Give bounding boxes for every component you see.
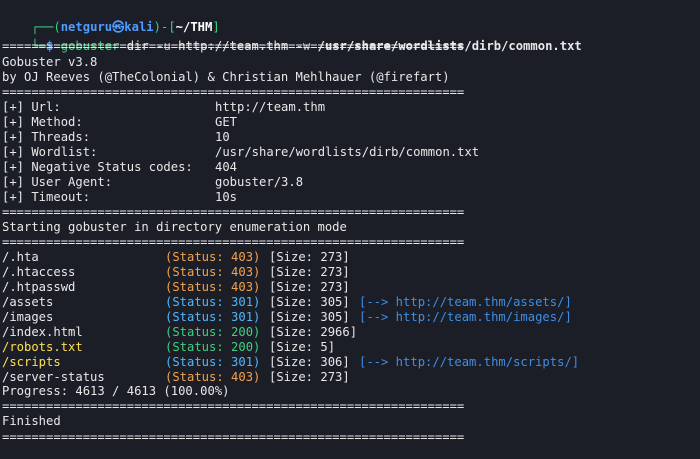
config-value: /usr/share/wordlists/dirb/common.txt <box>215 145 480 159</box>
result-path: /index.html <box>2 325 83 339</box>
result-path: /server-status <box>2 370 105 384</box>
config-value: 404 <box>215 160 238 174</box>
banner-separator: ========================================… <box>2 430 465 444</box>
terminal-bottom-edge <box>0 449 700 459</box>
result-size: [Size: 2966] <box>269 325 358 339</box>
result-redirect-link[interactable]: [--> http://team.thm/images/] <box>359 310 572 325</box>
command-line[interactable]: └─$ gobuster dir -u http://team.thm -w /… <box>2 24 581 53</box>
result-path: /.htaccess <box>2 265 76 279</box>
banner-separator: ========================================… <box>2 85 465 99</box>
config-row-method: [+] Method: GET <box>2 115 237 130</box>
terminal-window[interactable]: ┌──(netguru㉿kali)-[~/THM] └─$ gobuster d… <box>0 0 700 459</box>
result-row: /server-status (Status: 403) [Size: 273] <box>2 370 350 385</box>
result-status: (Status: 403) <box>165 370 261 384</box>
result-status: (Status: 301) <box>165 310 261 324</box>
result-status: (Status: 403) <box>165 280 261 294</box>
config-row-negative-status: [+] Negative Status codes: 404 <box>2 160 237 175</box>
result-row: /.htpasswd (Status: 403) [Size: 273] <box>2 280 350 295</box>
config-row-user-agent: [+] User Agent: gobuster/3.8 <box>2 175 303 190</box>
config-label: [+] Timeout: <box>2 190 91 204</box>
config-value: gobuster/3.8 <box>215 175 304 189</box>
result-row: /.hta (Status: 403) [Size: 273] <box>2 250 350 265</box>
banner-authors: by OJ Reeves (@TheColonial) & Christian … <box>2 70 450 84</box>
banner-separator: ========================================… <box>2 205 465 219</box>
result-size: [Size: 273] <box>269 265 350 279</box>
config-value: 10 <box>215 130 230 144</box>
config-label: [+] User Agent: <box>2 175 113 189</box>
result-status: (Status: 403) <box>165 250 261 264</box>
config-value: 10s <box>215 190 238 204</box>
config-value: GET <box>215 115 238 129</box>
banner-separator: ========================================… <box>2 39 465 53</box>
banner-separator: ========================================… <box>2 235 465 249</box>
config-label: [+] Wordlist: <box>2 145 98 159</box>
result-path: /.htpasswd <box>2 280 76 294</box>
config-label: [+] Threads: <box>2 130 91 144</box>
config-row-wordlist: [+] Wordlist: /usr/share/wordlists/dirb/c… <box>2 145 479 160</box>
banner-title: Gobuster v3.8 <box>2 55 98 69</box>
result-path: /.hta <box>2 250 39 264</box>
result-size: [Size: 305] <box>269 310 350 324</box>
banner-separator: ========================================… <box>2 399 465 413</box>
config-label: [+] Negative Status codes: <box>2 160 193 174</box>
result-status: (Status: 200) <box>165 325 261 339</box>
config-row-timeout: [+] Timeout: 10s <box>2 190 237 205</box>
result-size: [Size: 306] <box>269 355 350 369</box>
finished-text: Finished <box>2 414 61 428</box>
progress-text: Progress: 4613 / 4613 (100.00%) <box>2 384 230 398</box>
result-size: [Size: 273] <box>269 370 350 384</box>
config-label: [+] Url: <box>2 100 61 114</box>
result-status: (Status: 403) <box>165 265 261 279</box>
result-path: /robots.txt <box>2 340 83 354</box>
result-size: [Size: 273] <box>269 250 350 264</box>
result-row: /assets (Status: 301) [Size: 305] [--> http… <box>2 295 572 310</box>
result-size: [Size: 273] <box>269 280 350 294</box>
result-row: /index.html (Status: 200) [Size: 2966] <box>2 325 357 340</box>
result-status: (Status: 301) <box>165 295 261 309</box>
config-row-threads: [+] Threads: 10 <box>2 130 230 145</box>
result-path: /assets <box>2 295 54 309</box>
result-size: [Size: 305] <box>269 295 350 309</box>
result-row: /robots.txt (Status: 200) [Size: 5] <box>2 340 335 355</box>
result-row: /images (Status: 301) [Size: 305] [--> http… <box>2 310 572 325</box>
result-redirect-link[interactable]: [--> http://team.thm/scripts/] <box>359 355 579 370</box>
config-label: [+] Method: <box>2 115 83 129</box>
start-message: Starting gobuster in directory enumerati… <box>2 220 347 234</box>
result-row: /.htaccess (Status: 403) [Size: 273] <box>2 265 350 280</box>
config-value: http://team.thm <box>215 100 326 114</box>
result-path: /scripts <box>2 355 61 369</box>
result-status: (Status: 200) <box>165 340 261 354</box>
result-path: /images <box>2 310 54 324</box>
result-size: [Size: 5] <box>269 340 336 354</box>
result-status: (Status: 301) <box>165 355 261 369</box>
config-row-url: [+] Url: http://team.thm <box>2 100 325 115</box>
result-redirect-link[interactable]: [--> http://team.thm/assets/] <box>359 295 572 310</box>
prompt-line: ┌──(netguru㉿kali)-[~/THM] <box>2 5 219 34</box>
result-row: /scripts (Status: 301) [Size: 306] [--> htt… <box>2 355 579 370</box>
